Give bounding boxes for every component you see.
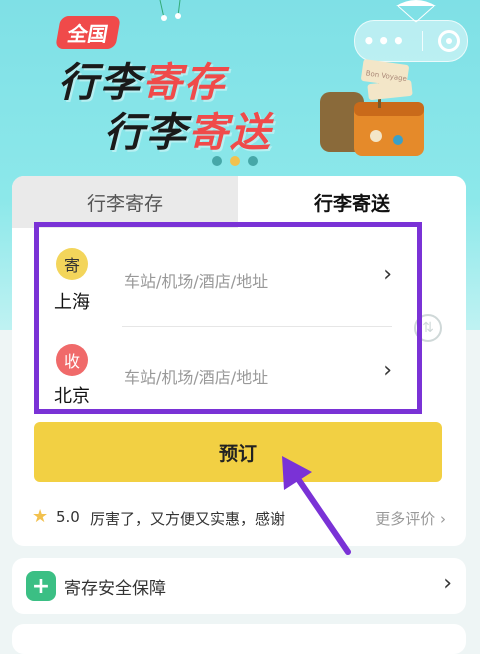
chevron-right-icon: › [443,571,452,596]
more-options-icon[interactable]: ••• [362,29,406,53]
shield-icon: + [26,571,56,601]
banner-badge: 全国 [55,16,121,49]
star-icon: ★ [32,506,49,527]
next-card-edge [12,624,466,654]
close-miniprogram-icon[interactable] [437,30,460,52]
carousel-dot[interactable] [248,156,258,166]
annotation-highlight-box [34,222,422,414]
banner-title-line-2: 行李寄送 [104,110,272,156]
capsule-divider [421,31,423,51]
carousel-dot[interactable] [230,156,240,166]
review-rating: 5.0 [56,508,80,526]
more-reviews-link[interactable]: 更多评价 › [375,508,446,529]
carousel-dot[interactable] [212,156,222,166]
carousel-indicator [212,156,258,166]
safety-label: 寄存安全保障 [64,579,166,599]
tab-luggage-delivery[interactable]: 行李寄送 [238,176,466,228]
service-tabs: 行李寄存 行李寄送 [12,176,466,228]
book-button[interactable]: 预订 [34,422,442,482]
tab-luggage-storage[interactable]: 行李寄存 [12,176,238,228]
balloons-icon [159,0,181,21]
review-row: ★ 5.0 厉害了，又方便又实惠，感谢 更多评价 › [32,506,446,530]
luggage-illustration: Bon Voyage [320,59,424,156]
review-text: 厉害了，又方便又实惠，感谢 [90,510,286,528]
safety-guarantee-row[interactable]: + 寄存安全保障 › [12,558,466,614]
